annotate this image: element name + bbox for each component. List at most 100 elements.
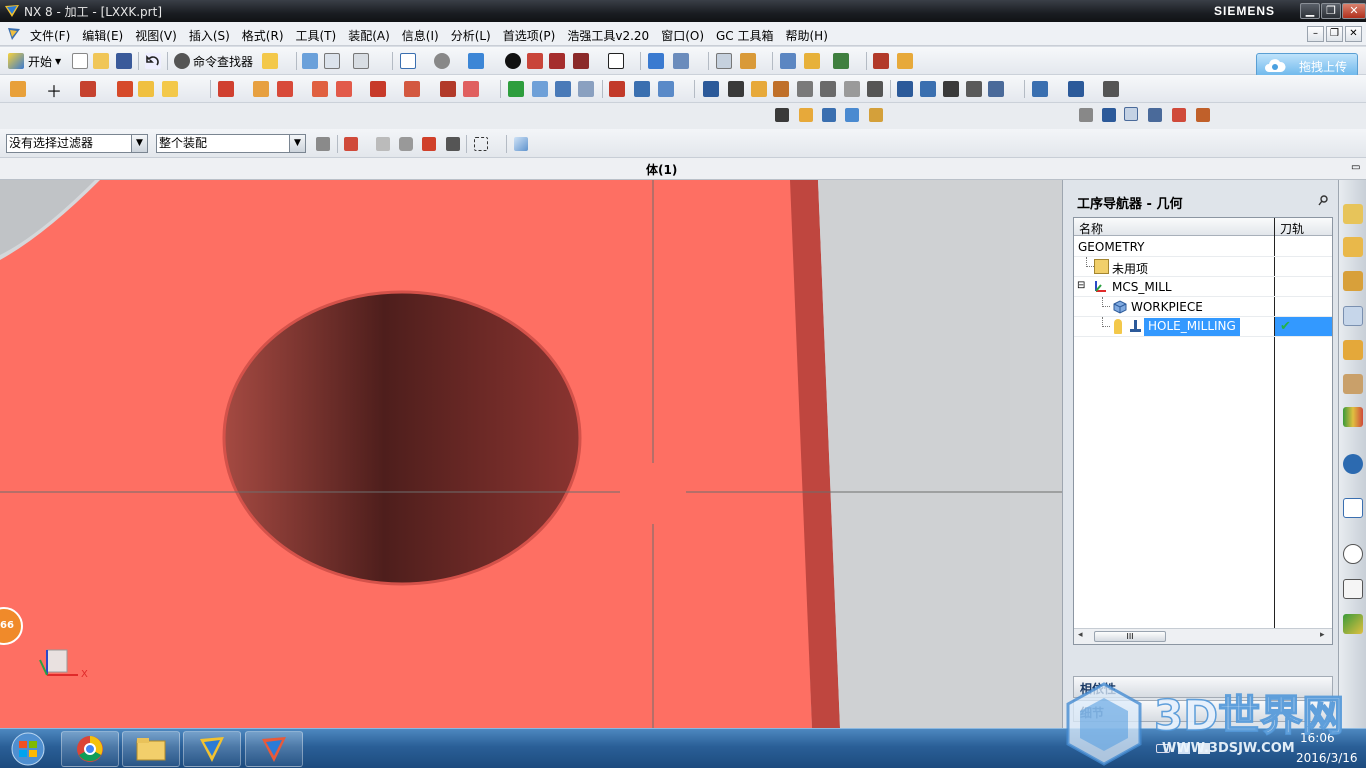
op-delete-icon[interactable] — [966, 81, 982, 97]
point-select-icon[interactable] — [422, 137, 436, 151]
nav-more-icon[interactable] — [869, 108, 883, 122]
minimize-button[interactable]: ▁ — [1300, 3, 1320, 19]
menu-item-3[interactable]: 插入(S) — [189, 27, 230, 44]
network-icon[interactable] — [1178, 743, 1190, 754]
checkmark-icon[interactable] — [508, 81, 524, 97]
create-program-icon[interactable] — [10, 81, 26, 97]
replay-icon[interactable] — [253, 81, 269, 97]
cutter-icon[interactable] — [751, 81, 767, 97]
drill-icon[interactable] — [797, 81, 813, 97]
volume-icon[interactable] — [1198, 743, 1210, 754]
doc-restore-button[interactable]: ❐ — [1326, 26, 1343, 42]
palette-icon[interactable] — [1343, 579, 1363, 599]
wcs-orient-icon[interactable] — [673, 53, 689, 69]
view-a-icon[interactable] — [1079, 108, 1093, 122]
op-copy-icon[interactable] — [920, 81, 936, 97]
nav-method-icon[interactable] — [845, 108, 859, 122]
menu-item-2[interactable]: 视图(V) — [135, 27, 177, 44]
selection-scope-select[interactable]: 整个装配 ▼ — [156, 134, 306, 153]
tree-row-geometry[interactable]: GEOMETRY — [1074, 237, 1332, 257]
view-f-icon[interactable] — [1196, 108, 1210, 122]
horizontal-scrollbar[interactable]: ◂ III ▸ — [1074, 628, 1332, 644]
column-name-header[interactable]: 名称 — [1079, 220, 1103, 237]
nav-geometry-icon[interactable] — [822, 108, 836, 122]
section-cube-icon[interactable] — [549, 53, 565, 69]
menu-item-1[interactable]: 编辑(E) — [82, 27, 123, 44]
wcs-icon[interactable] — [648, 53, 664, 69]
taskbar-app-nx-2[interactable] — [245, 731, 303, 767]
red-cube-icon[interactable] — [527, 53, 543, 69]
menu-item-12[interactable]: GC 工具箱 — [716, 27, 774, 44]
collapse-tree-icon[interactable]: ⊟ — [1077, 280, 1085, 291]
menu-item-10[interactable]: 浩强工具v2.20 — [567, 27, 649, 44]
restore-button[interactable]: ❐ — [1321, 3, 1341, 19]
simulate-icon[interactable] — [440, 81, 456, 97]
snap-icon[interactable] — [833, 53, 849, 69]
view-c-icon[interactable] — [1124, 107, 1138, 121]
part-navigator-icon[interactable] — [1343, 271, 1363, 291]
scroll-left-icon[interactable]: ◂ — [1078, 630, 1083, 640]
taskbar-app-browser[interactable] — [61, 731, 119, 767]
save-icon[interactable] — [116, 53, 132, 69]
column-path-header[interactable]: 刀轨 — [1280, 220, 1304, 237]
menu-item-7[interactable]: 信息(I) — [402, 27, 439, 44]
menu-item-9[interactable]: 首选项(P) — [503, 27, 556, 44]
shaded-cube-icon[interactable] — [468, 53, 484, 69]
operation-navigator-icon[interactable] — [1343, 306, 1363, 326]
pattern-icon[interactable] — [897, 53, 913, 69]
menu-item-11[interactable]: 窗口(O) — [661, 27, 704, 44]
op-rename-icon[interactable] — [988, 81, 1004, 97]
turn-icon[interactable] — [844, 81, 860, 97]
op-edit-icon[interactable] — [943, 81, 959, 97]
open-folder-icon[interactable] — [93, 53, 109, 69]
view-b-icon[interactable] — [1102, 108, 1116, 122]
undo-select-icon[interactable] — [376, 137, 390, 151]
dependencies-panel[interactable]: 相依性 — [1073, 676, 1333, 698]
eraser-icon[interactable] — [399, 137, 413, 151]
clip-cube-icon[interactable] — [573, 53, 589, 69]
hole-feature[interactable] — [222, 290, 582, 586]
postprocess-icon[interactable] — [336, 81, 352, 97]
body-select-icon[interactable] — [514, 137, 528, 151]
fit-view-icon[interactable] — [400, 53, 416, 69]
ruler-icon[interactable] — [873, 53, 889, 69]
type-filter-select[interactable]: 没有选择过滤器 ▼ — [6, 134, 148, 153]
clock-date[interactable]: 2016/3/16 — [1296, 751, 1358, 765]
clock-time[interactable]: 16:06 — [1300, 731, 1335, 745]
menu-item-6[interactable]: 装配(A) — [348, 27, 390, 44]
web-browser-icon[interactable] — [1343, 454, 1363, 474]
tree-row-hole-milling[interactable]: HOLE_MILLING ✔ — [1074, 317, 1332, 337]
shading-icon[interactable] — [505, 53, 521, 69]
output-cls-icon[interactable] — [404, 81, 420, 97]
menu-item-4[interactable]: 格式(R) — [242, 27, 284, 44]
pin-icon[interactable] — [1317, 194, 1329, 206]
nav-program-icon[interactable] — [775, 108, 789, 122]
wire-icon[interactable] — [867, 81, 883, 97]
roles-icon[interactable] — [1343, 407, 1363, 427]
graphics-window[interactable]: 66 X — [0, 180, 1062, 728]
program-view-icon[interactable] — [532, 81, 548, 97]
view-e-icon[interactable] — [1172, 108, 1186, 122]
path-filter-icon[interactable] — [1103, 81, 1119, 97]
assembly-navigator-icon[interactable] — [1343, 204, 1363, 224]
render-style-icon[interactable] — [434, 53, 450, 69]
scroll-right-icon[interactable]: ▸ — [1320, 630, 1325, 640]
plus-icon[interactable]: ＋ — [46, 78, 62, 102]
selection-tool-icon[interactable] — [804, 53, 820, 69]
info-icon[interactable] — [716, 53, 732, 69]
display-icon[interactable] — [1032, 81, 1048, 97]
menu-item-0[interactable]: 文件(F) — [30, 27, 70, 44]
rectangle-select-icon[interactable] — [474, 137, 488, 151]
close-button[interactable]: ✕ — [1342, 3, 1366, 19]
navigator-tree[interactable]: 名称 刀轨 GEOMETRY 未用项 ⊟ MCS_MILL WORKPIECE — [1073, 217, 1333, 645]
menu-item-8[interactable]: 分析(L) — [451, 27, 491, 44]
analysis-icon[interactable] — [740, 53, 756, 69]
scroll-thumb[interactable]: III — [1094, 631, 1166, 642]
collapse-icon[interactable]: ▭ — [1351, 162, 1360, 173]
mill-icon[interactable] — [820, 81, 836, 97]
history-clock-icon[interactable] — [1343, 544, 1363, 564]
tree-row-mcs-mill[interactable]: ⊟ MCS_MILL — [1074, 277, 1332, 297]
start-button[interactable]: 开始 ▼ — [8, 51, 61, 71]
op-move-icon[interactable] — [897, 81, 913, 97]
shop-doc-icon[interactable] — [370, 81, 386, 97]
